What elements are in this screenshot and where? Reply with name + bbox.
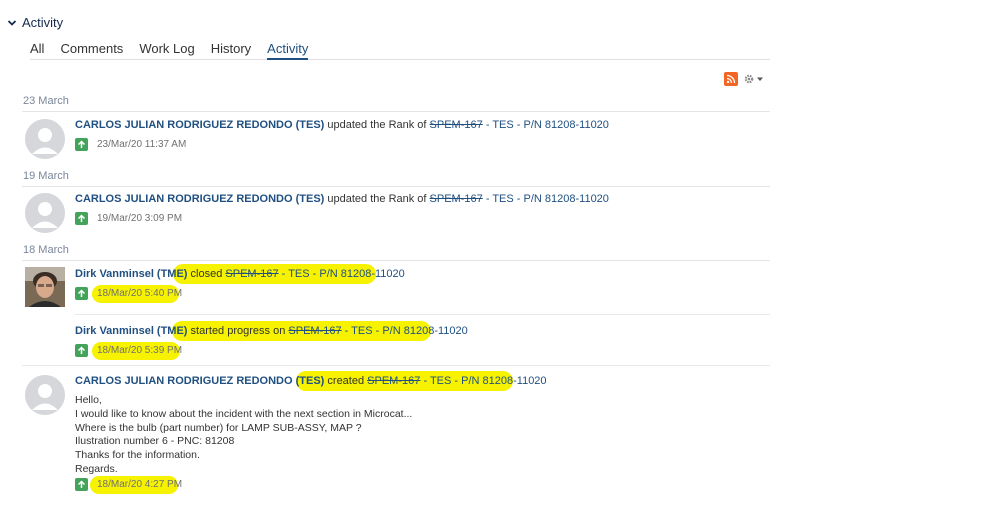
arrow-up-icon bbox=[75, 287, 88, 300]
activity-entry-meta: 18/Mar/20 5:39 PM bbox=[75, 344, 182, 357]
activity-entry-title: CARLOS JULIAN RODRIGUEZ REDONDO (TES) up… bbox=[75, 118, 609, 132]
activity-entry-title: CARLOS JULIAN RODRIGUEZ REDONDO (TES) cr… bbox=[75, 374, 547, 388]
date-label: 19 March bbox=[23, 170, 69, 182]
section-title: Activity bbox=[22, 15, 64, 30]
date-header: 18 March bbox=[22, 243, 770, 261]
avatar[interactable] bbox=[25, 193, 65, 233]
user-link[interactable]: CARLOS JULIAN RODRIGUEZ REDONDO (TES) bbox=[75, 375, 324, 387]
activity-tabs: All Comments Work Log History Activity bbox=[30, 41, 770, 60]
arrow-up-icon bbox=[75, 344, 88, 357]
tab-work-log[interactable]: Work Log bbox=[139, 41, 194, 60]
issue-summary-link[interactable]: - TES - P/N 81208-11020 bbox=[423, 375, 546, 387]
arrow-up-icon bbox=[75, 478, 88, 491]
avatar[interactable] bbox=[25, 119, 65, 159]
tab-history[interactable]: History bbox=[211, 41, 251, 60]
action-text: started progress on bbox=[190, 325, 286, 337]
user-link[interactable]: CARLOS JULIAN RODRIGUEZ REDONDO (TES) bbox=[75, 119, 324, 131]
tab-activity[interactable]: Activity bbox=[267, 41, 309, 60]
description-line: Regards. bbox=[75, 462, 118, 475]
issue-summary-link[interactable]: - TES - P/N 81208-11020 bbox=[486, 119, 609, 131]
issue-link[interactable]: SPEM-167 bbox=[288, 325, 341, 337]
date-header: 19 March bbox=[22, 169, 770, 187]
issue-link[interactable]: SPEM-167 bbox=[430, 193, 483, 205]
timestamp[interactable]: 19/Mar/20 3:09 PM bbox=[97, 213, 182, 224]
tab-comments[interactable]: Comments bbox=[60, 41, 123, 60]
user-link[interactable]: Dirk Vanminsel (TME) bbox=[75, 325, 187, 337]
user-link[interactable]: CARLOS JULIAN RODRIGUEZ REDONDO (TES) bbox=[75, 193, 324, 205]
date-label: 23 March bbox=[23, 95, 69, 107]
issue-summary-link[interactable]: - TES - P/N 81208-11020 bbox=[282, 268, 405, 280]
activity-entry-meta: 23/Mar/20 11:37 AM bbox=[75, 138, 186, 151]
timestamp[interactable]: 18/Mar/20 4:27 PM bbox=[97, 479, 182, 490]
chevron-down-icon[interactable] bbox=[6, 17, 18, 29]
activity-entry-title: Dirk Vanminsel (TME) started progress on… bbox=[75, 324, 468, 338]
activity-section-header[interactable]: Activity bbox=[6, 15, 63, 30]
issue-summary-link[interactable]: - TES - P/N 81208-11020 bbox=[345, 325, 468, 337]
gear-icon[interactable] bbox=[743, 73, 765, 85]
description-line: Ilustration number 6 - PNC: 81208 bbox=[75, 435, 235, 448]
issue-link[interactable]: SPEM-167 bbox=[430, 119, 483, 131]
tab-all[interactable]: All bbox=[30, 41, 44, 60]
issue-link[interactable]: SPEM-167 bbox=[367, 375, 420, 387]
avatar[interactable] bbox=[25, 267, 65, 307]
issue-link[interactable]: SPEM-167 bbox=[225, 268, 278, 280]
description-line: Thanks for the information. bbox=[75, 449, 200, 462]
date-header: 23 March bbox=[22, 94, 770, 112]
description-line: I would like to know about the incident … bbox=[75, 407, 413, 420]
arrow-up-icon bbox=[75, 212, 88, 225]
avatar[interactable] bbox=[25, 375, 65, 415]
activity-entry-title: CARLOS JULIAN RODRIGUEZ REDONDO (TES) up… bbox=[75, 192, 609, 206]
user-link[interactable]: Dirk Vanminsel (TME) bbox=[75, 268, 187, 280]
issue-description: Hello, I would like to know about the in… bbox=[75, 394, 412, 477]
action-text: updated the Rank of bbox=[327, 193, 427, 205]
entry-divider bbox=[22, 365, 770, 366]
description-line: Where is the bulb (part number) for LAMP… bbox=[75, 421, 362, 434]
activity-entry-meta: 19/Mar/20 3:09 PM bbox=[75, 212, 182, 225]
issue-summary-link[interactable]: - TES - P/N 81208-11020 bbox=[486, 193, 609, 205]
timestamp[interactable]: 23/Mar/20 11:37 AM bbox=[97, 139, 186, 150]
activity-entry-meta: 18/Mar/20 4:27 PM bbox=[75, 478, 182, 491]
arrow-up-icon bbox=[75, 138, 88, 151]
rss-icon[interactable] bbox=[724, 72, 738, 86]
entry-divider bbox=[75, 314, 770, 315]
date-label: 18 March bbox=[23, 244, 69, 256]
activity-entry-title: Dirk Vanminsel (TME) closed SPEM-167 - T… bbox=[75, 267, 405, 281]
feed-tools bbox=[724, 72, 765, 86]
action-text: closed bbox=[190, 268, 223, 280]
action-text: updated the Rank of bbox=[327, 119, 427, 131]
timestamp[interactable]: 18/Mar/20 5:40 PM bbox=[97, 288, 182, 299]
timestamp[interactable]: 18/Mar/20 5:39 PM bbox=[97, 345, 182, 356]
description-line: Hello, bbox=[75, 394, 102, 406]
activity-entry-meta: 18/Mar/20 5:40 PM bbox=[75, 287, 182, 300]
action-text: created bbox=[327, 375, 365, 387]
